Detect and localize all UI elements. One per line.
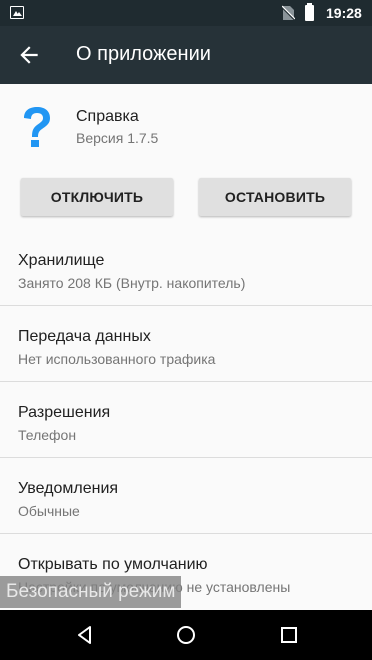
list-item-title: Открывать по умолчанию <box>18 556 208 573</box>
list-item-subtitle: Нет использованного трафика <box>18 351 216 367</box>
app-bar: О приложении <box>0 26 372 84</box>
navigation-bar <box>0 610 372 660</box>
force-stop-button[interactable]: ОСТАНОВИТЬ <box>199 178 351 216</box>
app-header: Справка Версия 1.7.5 <box>0 84 372 172</box>
list-item-storage[interactable]: Хранилище Занято 208 КБ (Внутр. накопите… <box>0 230 372 306</box>
list-item-title: Передача данных <box>18 328 151 345</box>
nav-back-button[interactable] <box>55 610 115 660</box>
image-notification-icon <box>10 6 24 19</box>
back-triangle-icon <box>78 626 91 644</box>
status-time: 19:28 <box>326 5 362 21</box>
list-item-title: Разрешения <box>18 404 111 421</box>
recents-square-icon <box>281 627 297 643</box>
list-item-title: Уведомления <box>18 480 119 497</box>
app-version: Версия 1.7.5 <box>76 130 159 146</box>
home-circle-icon <box>177 626 195 644</box>
arrow-back-icon <box>20 46 38 64</box>
back-button[interactable] <box>16 42 42 68</box>
nav-recents-button[interactable] <box>259 610 319 660</box>
nav-home-button[interactable] <box>156 610 216 660</box>
no-sim-icon <box>282 5 295 21</box>
status-bar: 19:28 <box>0 0 372 26</box>
list-item-title: Хранилище <box>18 252 105 269</box>
app-name: Справка <box>76 108 139 125</box>
list-item-subtitle: Занято 208 КБ (Внутр. накопитель) <box>18 275 246 291</box>
list-item-permissions[interactable]: Разрешения Телефон <box>0 382 372 458</box>
page-title: О приложении <box>76 43 211 65</box>
list-item-subtitle: Телефон <box>18 427 77 443</box>
disable-button[interactable]: ОТКЛЮЧИТЬ <box>21 178 173 216</box>
list-item-notifications[interactable]: Уведомления Обычные <box>0 458 372 534</box>
safe-mode-label: Безопасный режим <box>0 576 182 608</box>
list-item-data-usage[interactable]: Передача данных Нет использованного траф… <box>0 306 372 382</box>
battery-icon <box>305 3 314 21</box>
list-item-subtitle: Обычные <box>18 503 80 519</box>
help-question-icon <box>24 107 50 147</box>
